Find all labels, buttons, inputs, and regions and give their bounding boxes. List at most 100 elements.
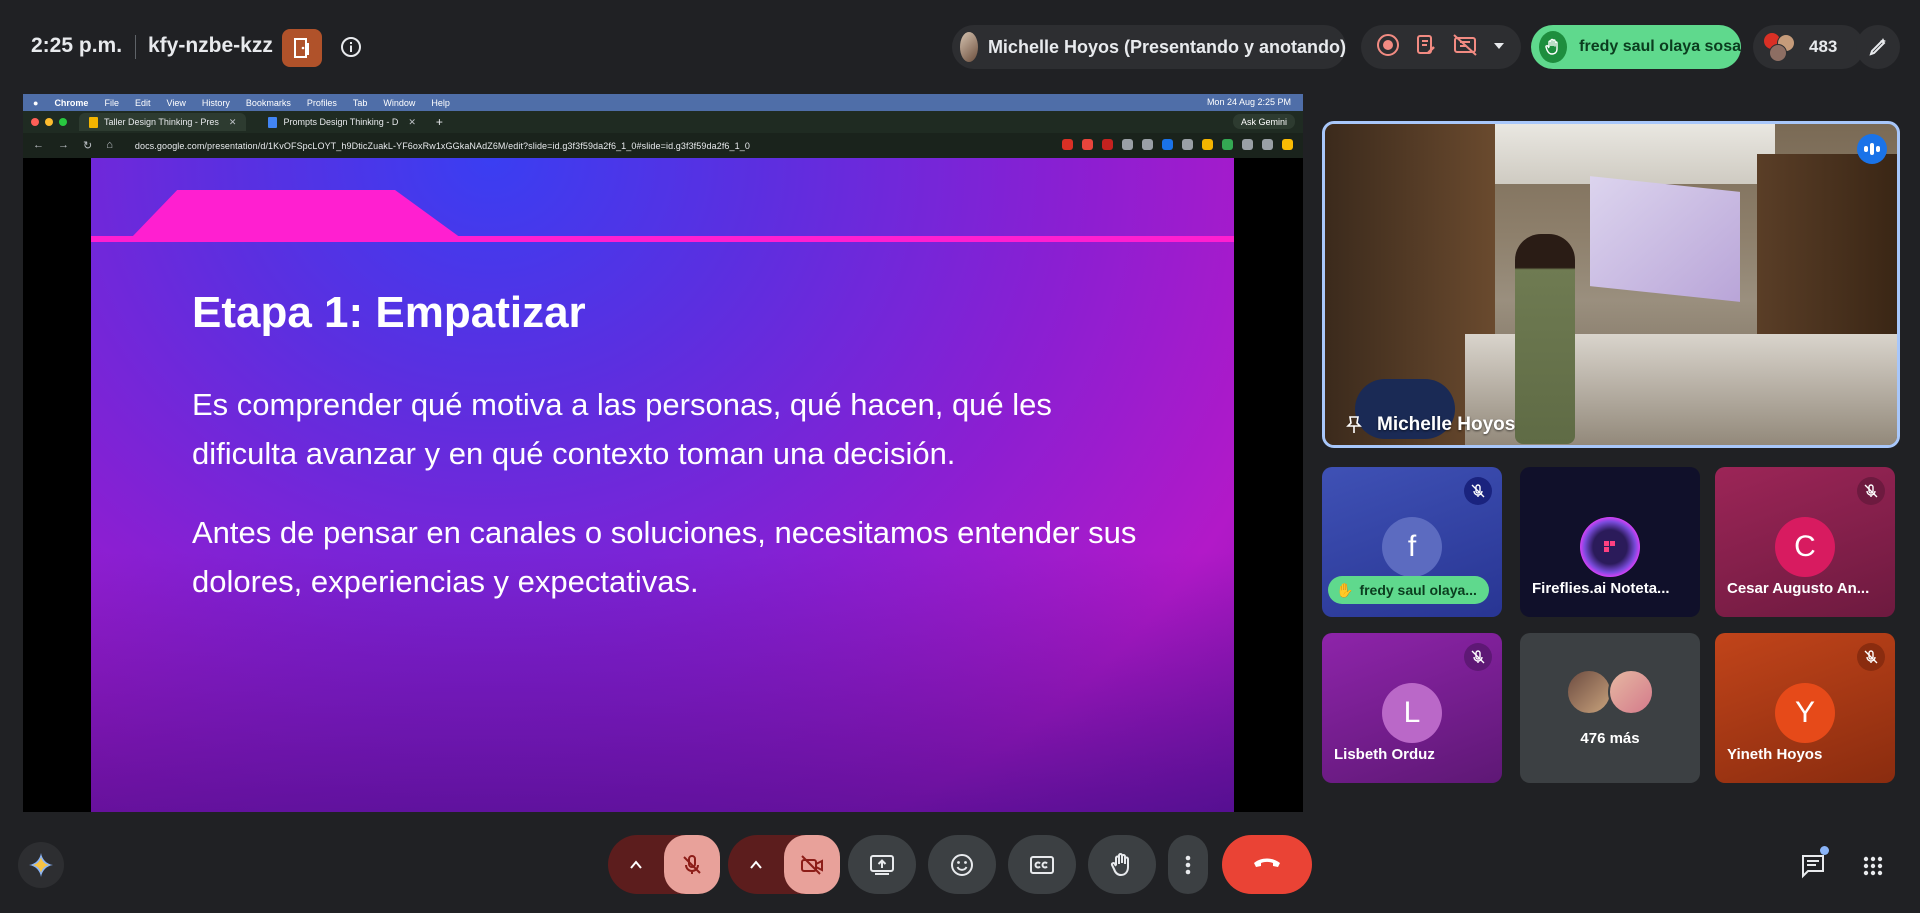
present-screen-icon[interactable] (848, 835, 916, 894)
participants-button[interactable]: 483 (1753, 25, 1864, 69)
participant-tile[interactable]: Fireflies.ai Noteta... (1520, 467, 1700, 617)
window-controls (31, 118, 67, 126)
participant-name: fredy saul olaya... (1359, 582, 1477, 598)
mic-off-icon (1857, 643, 1885, 671)
mic-off-icon (1464, 477, 1492, 505)
mic-off-icon (1464, 643, 1492, 671)
presenter-chip[interactable]: Michelle Hoyos (Presentando y anotando) (952, 25, 1346, 69)
participant-tile[interactable]: Y Yineth Hoyos (1715, 633, 1895, 783)
participant-tile[interactable]: C Cesar Augusto An... (1715, 467, 1895, 617)
presentation-slide: Etapa 1: Empatizar Es comprender qué mot… (91, 158, 1234, 812)
menu-item: Window (383, 97, 416, 108)
gemini-icon[interactable] (18, 842, 64, 888)
more-vert-icon[interactable] (1168, 835, 1208, 894)
ask-gemini-button: Ask Gemini (1232, 114, 1295, 129)
new-tab-icon: + (435, 115, 443, 129)
participants-count: 483 (1809, 37, 1838, 56)
speaker-name: Michelle Hoyos (1377, 414, 1516, 435)
divider (135, 35, 136, 59)
menu-item: Chrome (54, 97, 89, 108)
reload-icon: ↻ (83, 140, 93, 152)
end-call-button[interactable] (1222, 835, 1312, 894)
end-call-icon (1251, 854, 1283, 875)
menu-item: Profiles (306, 97, 337, 108)
presenter-label: Michelle Hoyos (Presentando y anotando) (987, 36, 1346, 57)
door-icon[interactable] (282, 29, 322, 67)
top-bar: 2:25 p.m. kfy-nzbe-kzz Michelle Hoyos (P… (0, 0, 1920, 94)
camera-control-group (728, 835, 840, 894)
fireflies-logo-icon (1580, 517, 1640, 577)
shared-screen: ● Chrome File Edit View History Bookmark… (23, 94, 1303, 812)
layout-icon[interactable] (1452, 33, 1478, 62)
forward-icon: → (58, 139, 69, 151)
chevron-up-icon[interactable] (608, 859, 664, 870)
mic-control-group (608, 835, 720, 894)
avatar (1608, 669, 1654, 715)
slide-title: Etapa 1: Empatizar (192, 288, 586, 337)
hand-icon (1539, 31, 1568, 63)
avatar: L (1382, 683, 1442, 743)
captions-icon[interactable] (1008, 835, 1076, 894)
info-icon[interactable] (338, 34, 364, 60)
mac-datetime: Mon 24 Aug 2:25 PM (1206, 97, 1291, 107)
slides-icon (89, 116, 98, 128)
bottom-control-bar (0, 812, 1920, 913)
mic-off-icon[interactable] (664, 835, 720, 894)
slide-divider (91, 236, 1234, 242)
avatar: C (1775, 517, 1835, 577)
meeting-code: kfy-nzbe-kzz (148, 34, 273, 57)
slide-paragraph-2: Antes de pensar en canales o soluciones,… (192, 515, 1137, 599)
audio-level-icon (1857, 134, 1887, 164)
pin-icon[interactable] (1343, 414, 1365, 436)
menu-item: View (166, 97, 186, 108)
apps-icon[interactable] (1853, 846, 1893, 886)
host-tools (1361, 25, 1521, 69)
meeting-time: 2:25 p.m. (31, 34, 123, 57)
chevron-down-icon[interactable] (1492, 38, 1506, 56)
menu-item: History (201, 97, 230, 108)
avatar (1566, 669, 1612, 715)
raised-hand-name: fredy saul olaya sosa (1579, 38, 1741, 55)
back-icon: ← (33, 139, 44, 151)
tab-title: Taller Design Thinking - Pres (104, 117, 219, 127)
speaker-figure (1515, 234, 1575, 444)
menu-item: Help (431, 97, 450, 108)
slide-paragraph-1: Es comprender qué motiva a las personas,… (192, 387, 1052, 471)
close-icon: ✕ (408, 116, 416, 127)
menu-item: File (104, 97, 119, 108)
camera-off-icon[interactable] (784, 835, 840, 894)
tab-title: Prompts Design Thinking - D (283, 117, 399, 127)
close-icon: ✕ (228, 116, 237, 127)
participant-name: Lisbeth Orduz (1334, 746, 1435, 763)
home-icon: ⌂ (106, 139, 113, 151)
raised-hand-badge: ✋ fredy saul olaya... (1328, 576, 1489, 604)
emoji-icon[interactable] (928, 835, 996, 894)
more-participants-tile[interactable]: 476 más (1520, 633, 1700, 783)
participant-name: Yineth Hoyos (1727, 746, 1823, 763)
extensions-area (1062, 139, 1293, 150)
chevron-up-icon[interactable] (728, 859, 784, 870)
record-icon[interactable] (1376, 33, 1400, 62)
notes-icon[interactable] (1414, 33, 1438, 62)
notification-dot (1820, 846, 1829, 855)
mac-menu-bar: ● Chrome File Edit View History Bookmark… (23, 94, 1303, 111)
menu-item: Bookmarks (245, 97, 291, 108)
participant-tile[interactable]: L Lisbeth Orduz (1322, 633, 1502, 783)
browser-tab: Taller Design Thinking - Pres ✕ (79, 113, 247, 131)
participant-name: Fireflies.ai Noteta... (1532, 580, 1670, 597)
hand-icon[interactable] (1088, 835, 1156, 894)
url-text: docs.google.com/presentation/d/1KvOFSpcL… (134, 140, 750, 151)
avatar-stack (1763, 32, 1797, 62)
more-count: 476 más (1580, 730, 1640, 747)
browser-tab: Prompts Design Thinking - D ✕ (258, 113, 425, 131)
mic-off-icon (1857, 477, 1885, 505)
address-bar: ← → ↻ ⌂ docs.google.com/presentation/d/1… (23, 133, 1303, 158)
projected-slide (1590, 176, 1740, 302)
menu-item: Tab (352, 97, 368, 108)
speaker-video-tile[interactable]: Michelle Hoyos (1322, 121, 1900, 448)
participant-name: Cesar Augusto An... (1727, 580, 1870, 597)
raised-hand-chip[interactable]: fredy saul olaya sosa (1531, 25, 1741, 69)
chat-icon[interactable] (1793, 846, 1833, 886)
participant-tile[interactable]: f ✋ fredy saul olaya... (1322, 467, 1502, 617)
annotate-icon[interactable] (1856, 25, 1900, 69)
